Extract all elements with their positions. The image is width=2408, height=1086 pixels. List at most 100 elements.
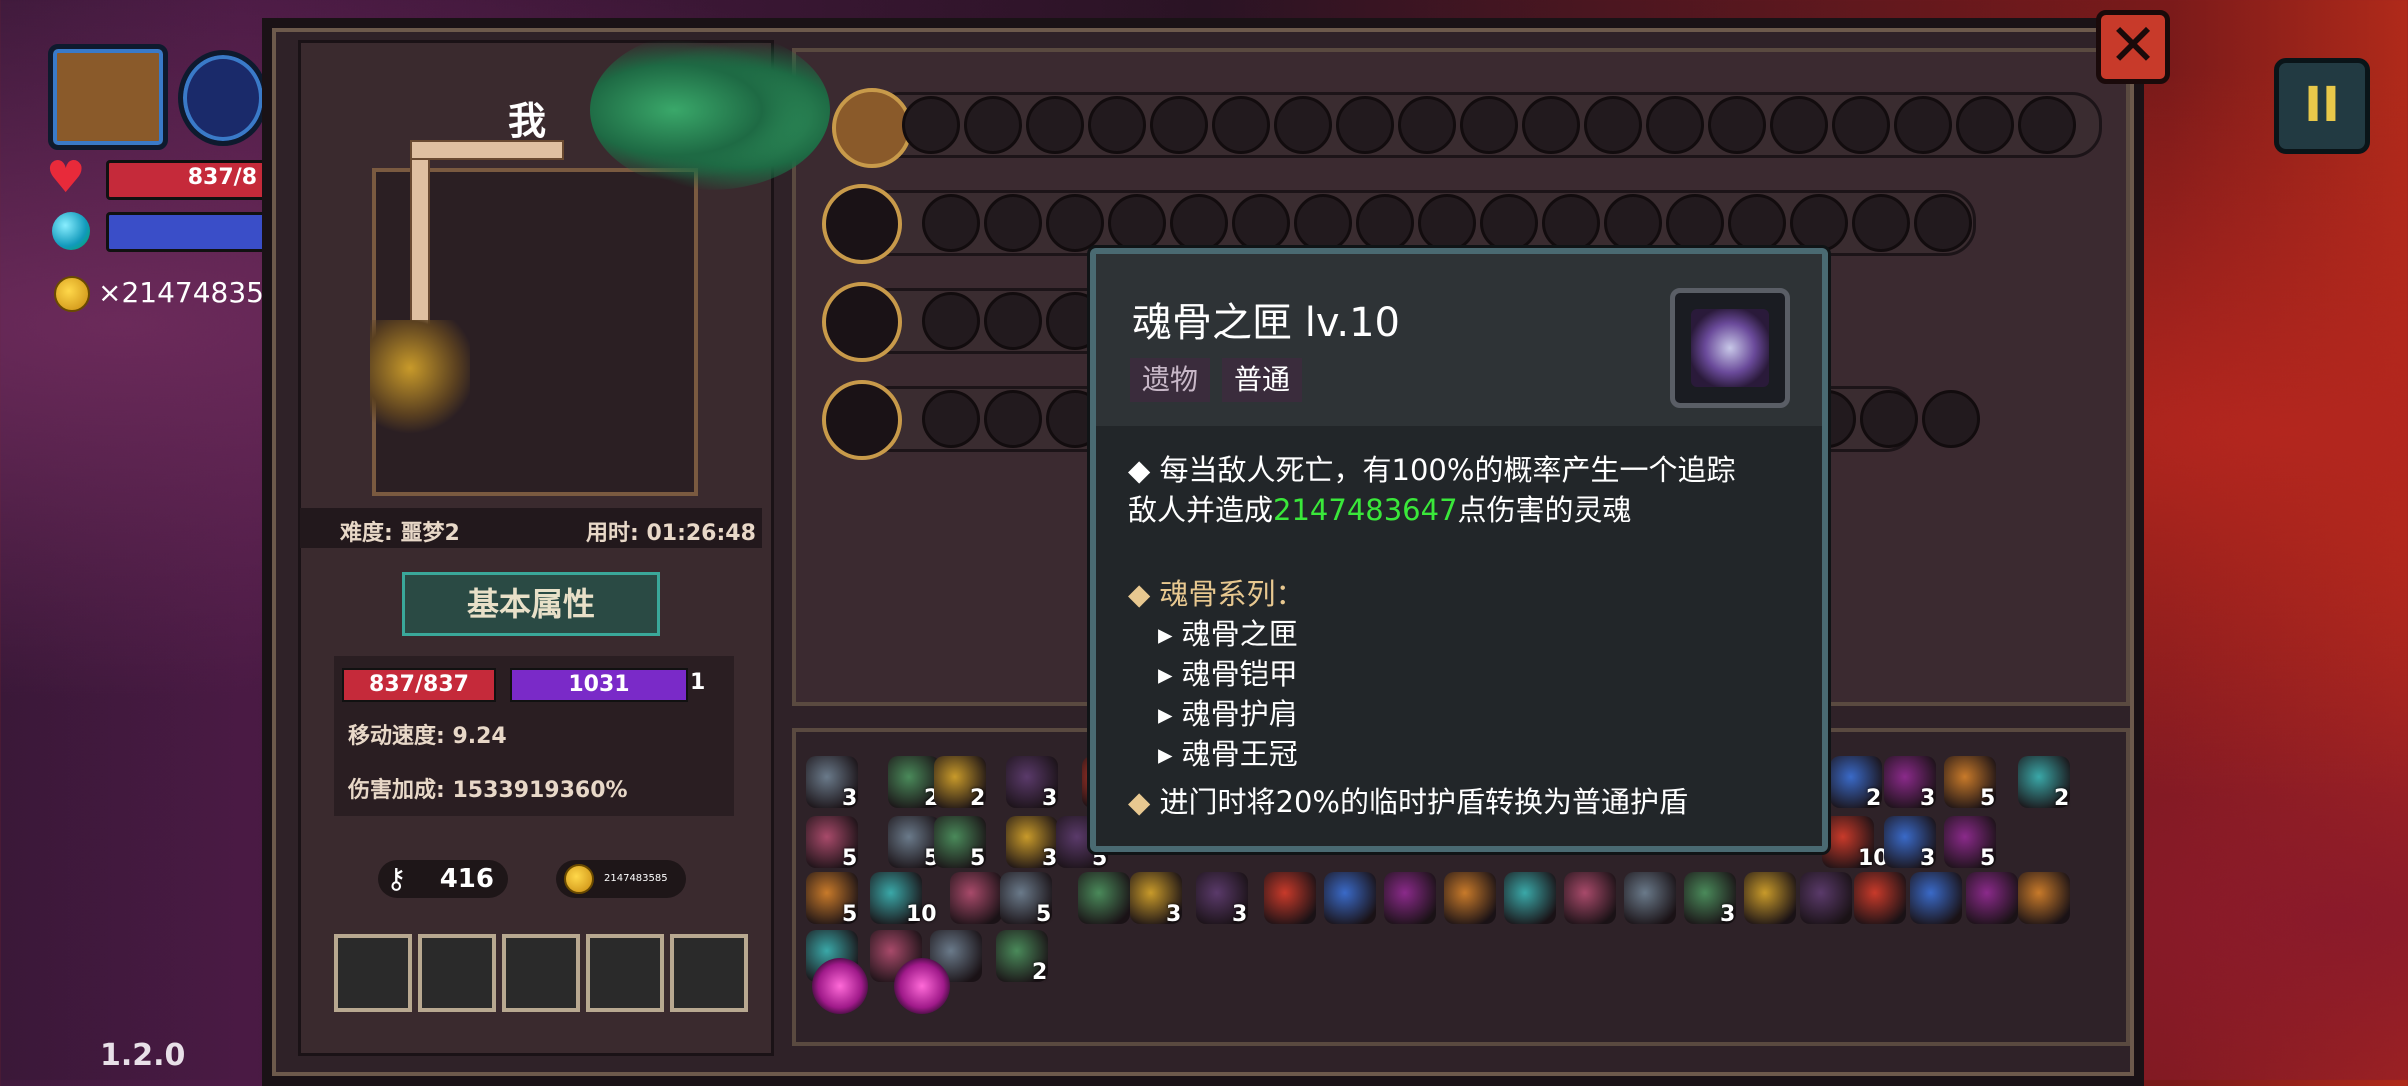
equip-slot-4[interactable] bbox=[586, 934, 664, 1012]
empty-slot-circle[interactable] bbox=[1790, 194, 1848, 252]
empty-slot-circle[interactable] bbox=[1150, 96, 1208, 154]
inventory-item[interactable] bbox=[950, 872, 1002, 924]
shield-text: 进门时将20%的临时护盾转换为普通护盾 bbox=[1159, 785, 1688, 819]
empty-slot-circle[interactable] bbox=[922, 292, 980, 350]
portal-orb-icon[interactable] bbox=[894, 958, 950, 1014]
empty-slot-circle[interactable] bbox=[922, 390, 980, 448]
empty-slot-circle[interactable] bbox=[1336, 96, 1394, 154]
tooltip-title: 魂骨之匣 lv.10 bbox=[1132, 300, 1401, 346]
inventory-item[interactable] bbox=[1564, 872, 1616, 924]
empty-slot-circle[interactable] bbox=[1398, 96, 1456, 154]
empty-slot-circle[interactable] bbox=[1852, 194, 1910, 252]
empty-slot-circle[interactable] bbox=[984, 390, 1042, 448]
empty-slot-circle[interactable] bbox=[1108, 194, 1166, 252]
item-tooltip: 魂骨之匣 lv.10 遗物 普通 ◆ 每当敌人死亡，有100%的概率产生一个追踪… bbox=[1090, 248, 1828, 852]
equip-slot-5[interactable] bbox=[670, 934, 748, 1012]
effect-text-2b: 点伤害的灵魂 bbox=[1457, 493, 1632, 527]
character-name: 我 bbox=[508, 99, 547, 143]
series-item-3: ▸ 魂骨护肩 bbox=[1158, 697, 1298, 731]
inventory-item[interactable] bbox=[1624, 872, 1676, 924]
inventory-item[interactable] bbox=[1744, 872, 1796, 924]
run-info: 难度: 噩梦2 用时: 01:26:48 bbox=[300, 508, 762, 548]
hud-hp-text: 837/8 bbox=[187, 165, 257, 190]
empty-slot-circle[interactable] bbox=[902, 96, 960, 154]
equip-slot-2[interactable] bbox=[418, 934, 496, 1012]
empty-slot-circle[interactable] bbox=[1604, 194, 1662, 252]
inventory-item[interactable] bbox=[2018, 872, 2070, 924]
empty-slot-circle[interactable] bbox=[1232, 194, 1290, 252]
inventory-item-count: 5 bbox=[1036, 902, 1052, 927]
equip-slot-1[interactable] bbox=[334, 934, 412, 1012]
empty-slot-circle[interactable] bbox=[1356, 194, 1414, 252]
close-button[interactable]: ✕ bbox=[2096, 10, 2170, 84]
empty-slot-circle[interactable] bbox=[1860, 390, 1918, 448]
weapon3-row-icon[interactable] bbox=[822, 380, 902, 460]
inventory-item[interactable] bbox=[1324, 872, 1376, 924]
tooltip-series: ◆ 魂骨系列： ▸ 魂骨之匣 ▸ 魂骨铠甲 ▸ 魂骨护肩 ▸ 魂骨王冠 bbox=[1128, 574, 1305, 774]
equip-slot-3[interactable] bbox=[502, 934, 580, 1012]
empty-slot-circle[interactable] bbox=[922, 194, 980, 252]
inventory-item-count: 5 bbox=[1980, 786, 1996, 811]
portal-orb-icon[interactable] bbox=[812, 958, 868, 1014]
hud-coins: ×21474835 bbox=[98, 276, 264, 309]
stat-hp-bar: 837/837 bbox=[342, 668, 496, 702]
chest-row-icon[interactable] bbox=[832, 88, 912, 168]
weapon-staff-icon[interactable] bbox=[178, 50, 268, 146]
heart-icon: ♥ bbox=[46, 152, 86, 203]
inventory-item-count: 3 bbox=[1042, 786, 1058, 811]
empty-slot-circle[interactable] bbox=[2018, 96, 2076, 154]
pause-button[interactable]: II bbox=[2274, 58, 2370, 154]
empty-slot-circle[interactable] bbox=[1728, 194, 1786, 252]
inventory-item[interactable] bbox=[1854, 872, 1906, 924]
inventory-item[interactable] bbox=[1078, 872, 1130, 924]
weapon1-row-icon[interactable] bbox=[822, 184, 902, 264]
inventory-item-count: 3 bbox=[1720, 902, 1736, 927]
empty-slot-circle[interactable] bbox=[984, 194, 1042, 252]
stat-extra: 1 bbox=[690, 670, 706, 695]
inventory-item[interactable] bbox=[1444, 872, 1496, 924]
empty-slot-circle[interactable] bbox=[1770, 96, 1828, 154]
empty-slot-circle[interactable] bbox=[1646, 96, 1704, 154]
empty-slot-circle[interactable] bbox=[1294, 194, 1352, 252]
inventory-item-count: 3 bbox=[842, 786, 858, 811]
empty-slot-circle[interactable] bbox=[1832, 96, 1890, 154]
empty-slot-circle[interactable] bbox=[1170, 194, 1228, 252]
empty-slot-circle[interactable] bbox=[1894, 96, 1952, 154]
inventory-item[interactable] bbox=[1384, 872, 1436, 924]
empty-slot-circle[interactable] bbox=[1418, 194, 1476, 252]
inventory-item[interactable] bbox=[1910, 872, 1962, 924]
empty-slot-circle[interactable] bbox=[1046, 194, 1104, 252]
empty-slot-circle[interactable] bbox=[1956, 96, 2014, 154]
empty-slot-circle[interactable] bbox=[1584, 96, 1642, 154]
effect-line-1: ◆ 每当敌人死亡，有100%的概率产生一个追踪 bbox=[1128, 453, 1736, 487]
empty-slot-circle[interactable] bbox=[1212, 96, 1270, 154]
empty-slot-circle[interactable] bbox=[1480, 194, 1538, 252]
soulbone-box-icon bbox=[1670, 288, 1790, 408]
empty-slot-circle[interactable] bbox=[1522, 96, 1580, 154]
empty-slot-circle[interactable] bbox=[1088, 96, 1146, 154]
empty-slot-circle[interactable] bbox=[1460, 96, 1518, 154]
inventory-item[interactable] bbox=[1504, 872, 1556, 924]
inventory-item[interactable] bbox=[1800, 872, 1852, 924]
empty-slot-circle[interactable] bbox=[1914, 194, 1972, 252]
inventory-item-count: 3 bbox=[1920, 786, 1936, 811]
series-item-4: ▸ 魂骨王冠 bbox=[1158, 737, 1298, 771]
inventory-item-count: 5 bbox=[1980, 846, 1996, 871]
effect-text-2a: 敌人并造成 bbox=[1128, 493, 1274, 527]
inventory-chest-icon[interactable] bbox=[48, 44, 168, 150]
series-item-4-label: 魂骨王冠 bbox=[1181, 737, 1298, 771]
empty-slot-circle[interactable] bbox=[1026, 96, 1084, 154]
inventory-item[interactable] bbox=[1966, 872, 2018, 924]
weapon2-row-icon[interactable] bbox=[822, 282, 902, 362]
inventory-item[interactable] bbox=[1264, 872, 1316, 924]
empty-slot-circle[interactable] bbox=[984, 292, 1042, 350]
basic-stats-tab[interactable]: 基本属性 bbox=[402, 572, 660, 636]
empty-slot-circle[interactable] bbox=[1666, 194, 1724, 252]
keys-value: 416 bbox=[439, 864, 494, 894]
empty-slot-circle[interactable] bbox=[1274, 96, 1332, 154]
soulbone-box-image bbox=[1691, 309, 1769, 387]
empty-slot-circle[interactable] bbox=[1922, 390, 1980, 448]
empty-slot-circle[interactable] bbox=[1542, 194, 1600, 252]
empty-slot-circle[interactable] bbox=[1708, 96, 1766, 154]
empty-slot-circle[interactable] bbox=[964, 96, 1022, 154]
